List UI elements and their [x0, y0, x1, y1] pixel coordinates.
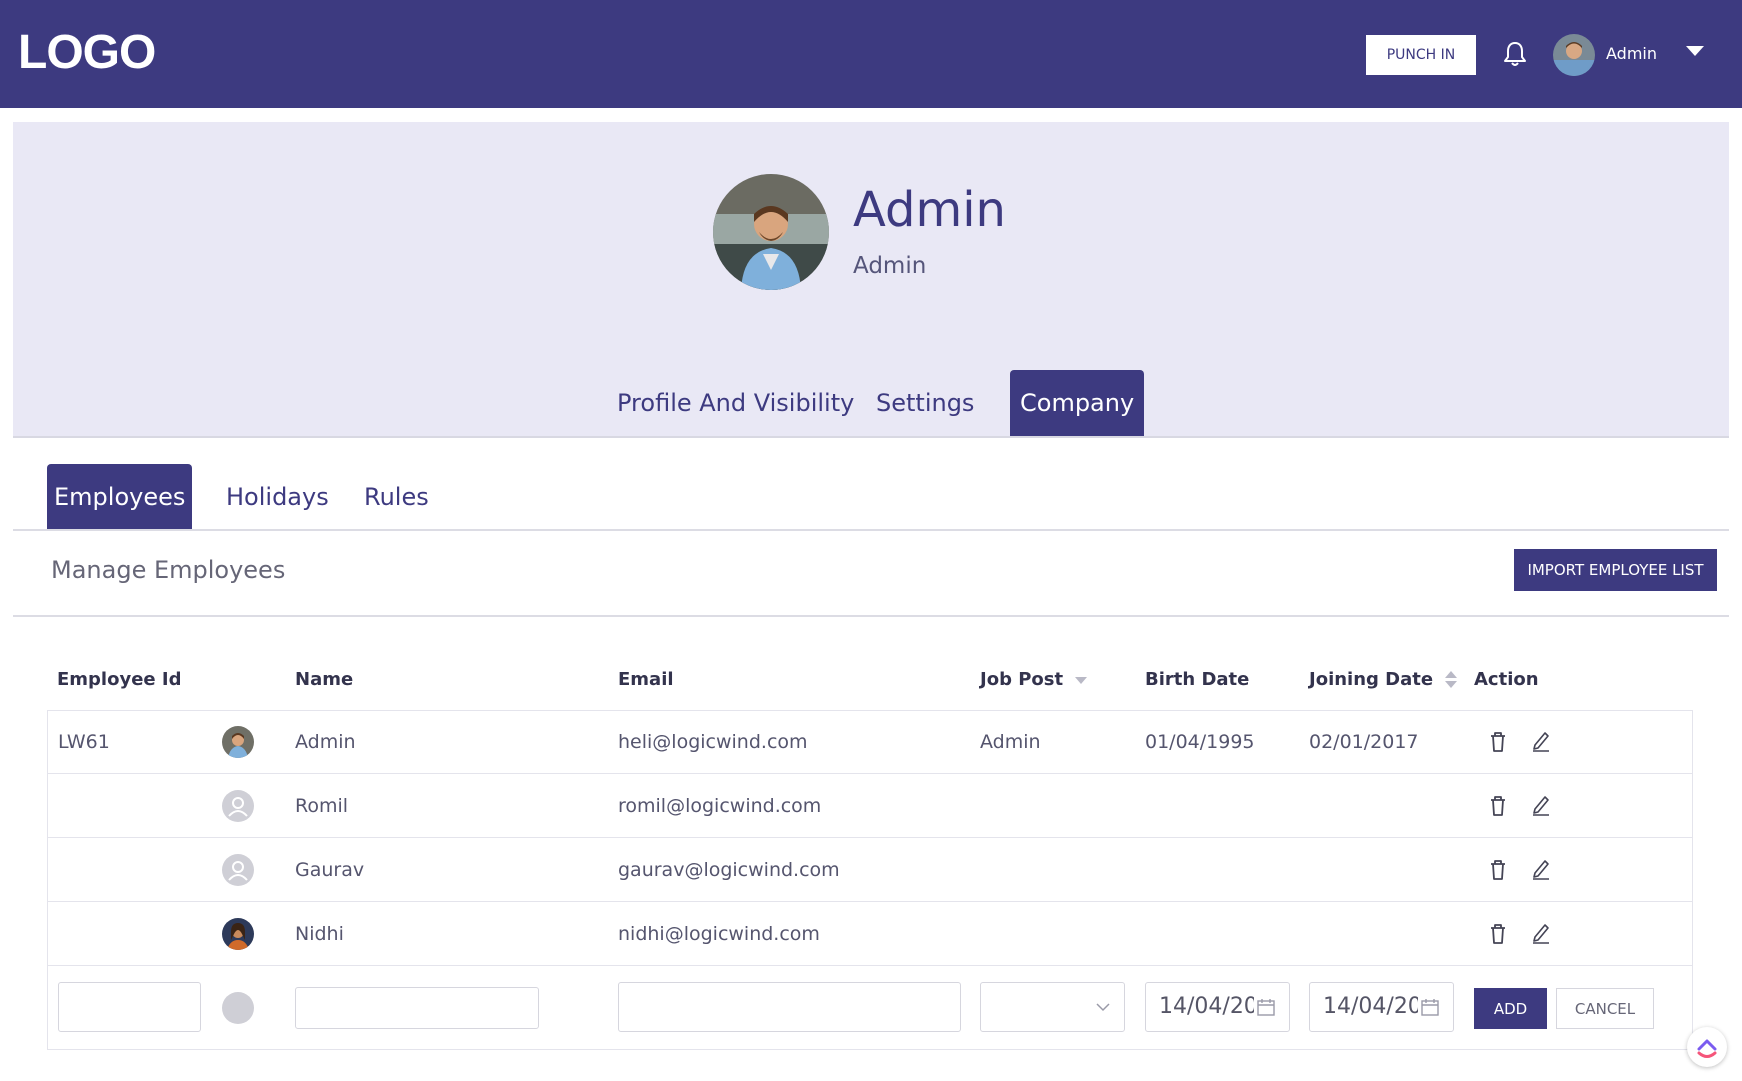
tab-company[interactable]: Company — [1010, 370, 1145, 436]
column-header-name: Name — [295, 669, 354, 690]
chevron-down-icon[interactable] — [1686, 46, 1704, 56]
employee-name: Nidhi — [295, 923, 344, 945]
table-row: LW61 Admin heli@logicwind.com Admin 01/0… — [47, 710, 1693, 774]
notification-bell-icon[interactable] — [1502, 40, 1528, 68]
column-header-birth-date: Birth Date — [1145, 669, 1250, 690]
sort-icon[interactable] — [1445, 671, 1458, 689]
column-header-employee-id: Employee Id — [57, 669, 182, 690]
user-avatar[interactable] — [1553, 34, 1595, 76]
trash-icon[interactable] — [1488, 859, 1508, 881]
joining-date-picker[interactable]: 14/04/202 — [1309, 982, 1454, 1032]
import-employee-list-button[interactable]: IMPORT EMPLOYEE LIST — [1514, 549, 1717, 591]
edit-icon[interactable] — [1531, 858, 1551, 880]
calendar-icon[interactable] — [1257, 998, 1275, 1016]
table-row: Nidhi nidhi@logicwind.com — [47, 902, 1693, 966]
column-header-joining-date[interactable]: Joining Date — [1309, 668, 1458, 692]
tab-rules[interactable]: Rules — [364, 464, 429, 530]
birth-date-value: 14/04/202 — [1159, 994, 1254, 1019]
column-header-email: Email — [618, 669, 674, 690]
profile-avatar — [713, 174, 829, 290]
table-row: Romil romil@logicwind.com — [47, 774, 1693, 838]
tab-employees[interactable]: Employees — [47, 464, 193, 530]
employee-birth-date: 01/04/1995 — [1145, 731, 1255, 753]
divider — [13, 529, 1729, 531]
table-row: Gaurav gaurav@logicwind.com — [47, 838, 1693, 902]
trash-icon[interactable] — [1488, 795, 1508, 817]
user-name[interactable]: Admin — [1606, 43, 1657, 65]
default-user-icon — [222, 854, 254, 886]
employee-name: Admin — [295, 731, 356, 753]
job-post-select[interactable] — [980, 982, 1125, 1032]
joining-date-value: 14/04/202 — [1323, 994, 1418, 1019]
divider — [13, 436, 1729, 438]
avatar — [222, 918, 254, 950]
employee-email: nidhi@logicwind.com — [618, 923, 820, 945]
cancel-button[interactable]: CANCEL — [1556, 988, 1654, 1029]
birth-date-picker[interactable]: 14/04/202 — [1145, 982, 1290, 1032]
punch-in-button[interactable]: PUNCH IN — [1366, 35, 1476, 75]
default-user-icon — [222, 790, 254, 822]
employee-name: Romil — [295, 795, 349, 817]
app-logo[interactable]: LOGO — [18, 28, 156, 78]
employee-id: LW61 — [58, 731, 110, 753]
edit-icon[interactable] — [1531, 794, 1551, 816]
avatar — [222, 726, 254, 758]
help-widget-icon[interactable] — [1687, 1027, 1727, 1067]
column-header-action: Action — [1474, 669, 1539, 690]
employee-joining-date: 02/01/2017 — [1309, 731, 1419, 753]
email-input[interactable] — [618, 982, 961, 1032]
chevron-down-icon — [1096, 1003, 1110, 1012]
divider — [13, 615, 1729, 617]
trash-icon[interactable] — [1488, 731, 1508, 753]
employee-email: heli@logicwind.com — [618, 731, 808, 753]
profile-name: Admin — [853, 182, 1006, 238]
column-header-job-post[interactable]: Job Post — [980, 668, 1088, 692]
edit-icon[interactable] — [1531, 730, 1551, 752]
section-title: Manage Employees — [51, 556, 286, 584]
employee-job-post: Admin — [980, 731, 1041, 753]
employee-email: romil@logicwind.com — [618, 795, 822, 817]
calendar-icon[interactable] — [1421, 998, 1439, 1016]
employee-name: Gaurav — [295, 859, 365, 881]
tab-profile-and-visibility[interactable]: Profile And Visibility — [617, 370, 854, 436]
tab-holidays[interactable]: Holidays — [226, 464, 329, 530]
name-input[interactable] — [295, 987, 539, 1029]
add-button[interactable]: ADD — [1474, 988, 1547, 1029]
edit-icon[interactable] — [1531, 922, 1551, 944]
employee-email: gaurav@logicwind.com — [618, 859, 840, 881]
trash-icon[interactable] — [1488, 923, 1508, 945]
tab-settings[interactable]: Settings — [876, 370, 974, 436]
profile-role: Admin — [853, 253, 927, 279]
sort-down-icon[interactable] — [1075, 676, 1088, 684]
employee-id-input[interactable] — [58, 982, 201, 1032]
top-navbar: LOGO PUNCH IN Admin — [0, 0, 1742, 108]
avatar-placeholder[interactable] — [222, 992, 254, 1024]
